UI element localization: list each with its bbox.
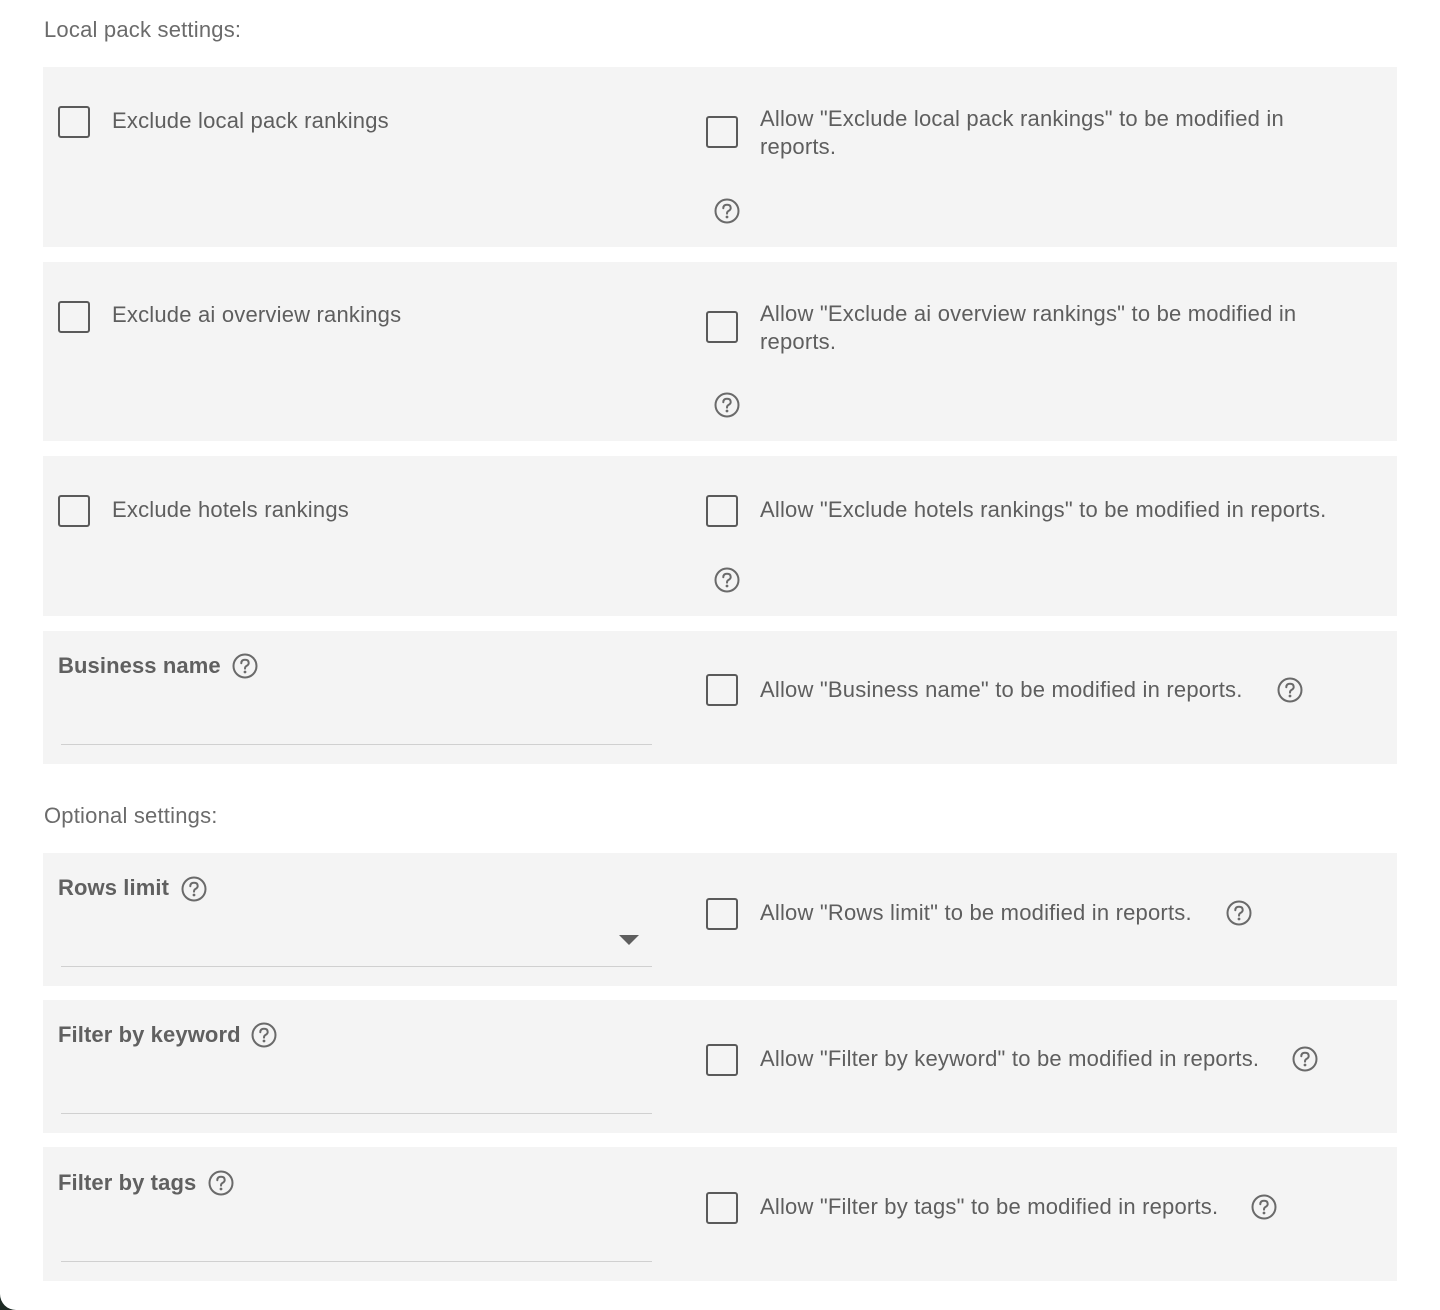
- optional-settings-title: Optional settings:: [44, 803, 218, 828]
- filter-keyword-label: Filter by keyword: [58, 1022, 241, 1047]
- filter-tags-input[interactable]: [61, 1222, 652, 1262]
- allow-exclude-ai-overview-label: Allow "Exclude ai overview rankings" to …: [760, 301, 1297, 354]
- help-icon[interactable]: [1226, 900, 1252, 926]
- setting-card-exclude-hotels: Exclude hotels rankings Allow "Exclude h…: [43, 456, 1397, 616]
- allow-exclude-ai-overview-checkbox[interactable]: [706, 311, 738, 343]
- setting-card-exclude-ai-overview: Exclude ai overview rankings Allow "Excl…: [43, 262, 1397, 441]
- allow-exclude-hotels-checkbox[interactable]: [706, 495, 738, 527]
- help-icon[interactable]: [714, 392, 740, 418]
- help-icon[interactable]: [714, 198, 740, 224]
- rows-limit-select[interactable]: [61, 927, 652, 967]
- help-icon[interactable]: [714, 567, 740, 593]
- exclude-hotels-checkbox[interactable]: [58, 495, 90, 527]
- help-icon[interactable]: [232, 653, 258, 679]
- allow-rows-limit-label: Allow "Rows limit" to be modified in rep…: [760, 900, 1192, 925]
- allow-filter-keyword-label: Allow "Filter by keyword" to be modified…: [760, 1046, 1260, 1071]
- caret-down-icon[interactable]: [619, 935, 639, 945]
- help-icon[interactable]: [251, 1022, 277, 1048]
- filter-tags-label: Filter by tags: [58, 1170, 197, 1195]
- help-icon[interactable]: [1277, 677, 1303, 703]
- allow-filter-tags-checkbox[interactable]: [706, 1192, 738, 1224]
- settings-page: Local pack settings: Exclude local pack …: [0, 0, 1440, 1310]
- setting-card-rows-limit: Rows limit Allow "Rows limit" to be modi…: [43, 853, 1397, 986]
- exclude-local-pack-checkbox[interactable]: [58, 106, 90, 138]
- allow-filter-keyword-checkbox[interactable]: [706, 1044, 738, 1076]
- help-icon[interactable]: [1292, 1046, 1318, 1072]
- setting-card-business-name: Business name Allow "Business name" to b…: [43, 631, 1397, 764]
- rows-limit-label: Rows limit: [58, 875, 170, 900]
- business-name-input[interactable]: [61, 705, 652, 745]
- exclude-ai-overview-label: Exclude ai overview rankings: [112, 302, 402, 327]
- allow-exclude-local-pack-label: Allow "Exclude local pack rankings" to b…: [760, 106, 1284, 159]
- help-icon[interactable]: [208, 1170, 234, 1196]
- help-icon[interactable]: [1251, 1194, 1277, 1220]
- filter-keyword-input[interactable]: [61, 1074, 652, 1114]
- allow-rows-limit-checkbox[interactable]: [706, 898, 738, 930]
- allow-business-name-checkbox[interactable]: [706, 674, 738, 706]
- allow-business-name-label: Allow "Business name" to be modified in …: [760, 677, 1243, 702]
- exclude-local-pack-label: Exclude local pack rankings: [112, 108, 389, 133]
- allow-filter-tags-label: Allow "Filter by tags" to be modified in…: [760, 1194, 1219, 1219]
- business-name-label: Business name: [58, 653, 221, 678]
- setting-card-filter-keyword: Filter by keyword Allow "Filter by keywo…: [43, 1000, 1397, 1133]
- allow-exclude-hotels-label: Allow "Exclude hotels rankings" to be mo…: [760, 497, 1327, 522]
- setting-card-exclude-local-pack: Exclude local pack rankings Allow "Exclu…: [43, 67, 1397, 247]
- setting-card-filter-tags: Filter by tags Allow "Filter by tags" to…: [43, 1147, 1397, 1281]
- exclude-hotels-label: Exclude hotels rankings: [112, 497, 349, 522]
- help-icon[interactable]: [181, 876, 207, 902]
- exclude-ai-overview-checkbox[interactable]: [58, 301, 90, 333]
- allow-exclude-local-pack-checkbox[interactable]: [706, 116, 738, 148]
- local-pack-settings-title: Local pack settings:: [44, 17, 242, 42]
